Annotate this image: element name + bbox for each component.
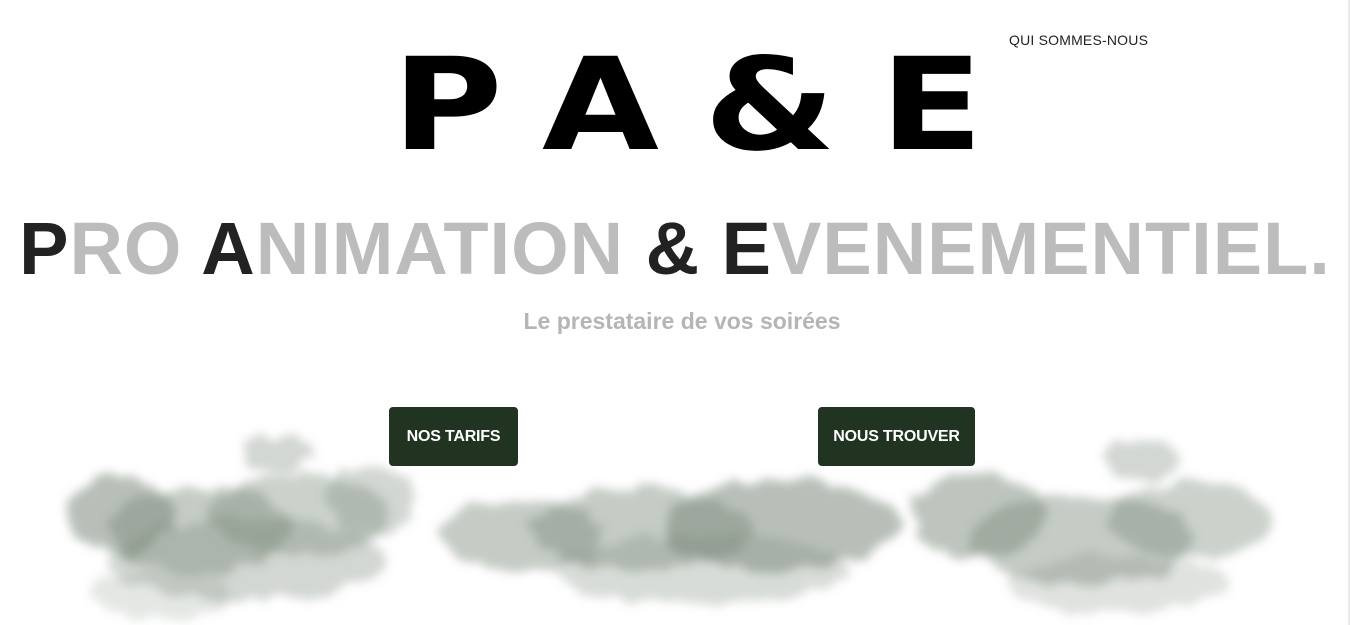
hero-headline: PRO ANIMATION & EVENEMENTIEL.	[0, 206, 1350, 292]
logo-letter-e: E	[880, 31, 984, 180]
headline-word-pro: RO	[69, 207, 202, 290]
logo-letter-ampersand: &	[704, 31, 836, 180]
headline-word-animation: NIMATION	[255, 207, 646, 290]
nav-link-qui-sommes-nous[interactable]: QUI SOMMES-NOUS	[1009, 32, 1148, 48]
headline-initial-e: & E	[645, 207, 773, 290]
site-logo: P A & E	[392, 31, 984, 180]
headline-initial-p: P	[19, 207, 70, 290]
headline-initial-a: A	[201, 207, 256, 290]
hero-subtitle: Le prestataire de vos soirées	[523, 308, 841, 334]
logo-letter-p: P	[392, 31, 503, 180]
headline-word-evenementiel: VENEMENTIEL.	[772, 207, 1331, 290]
nos-tarifs-button[interactable]: NOS TARIFS	[389, 407, 518, 466]
clouds-decoration	[65, 437, 1270, 620]
logo-letter-a: A	[542, 31, 659, 180]
nous-trouver-button[interactable]: NOUS TROUVER	[818, 407, 975, 466]
